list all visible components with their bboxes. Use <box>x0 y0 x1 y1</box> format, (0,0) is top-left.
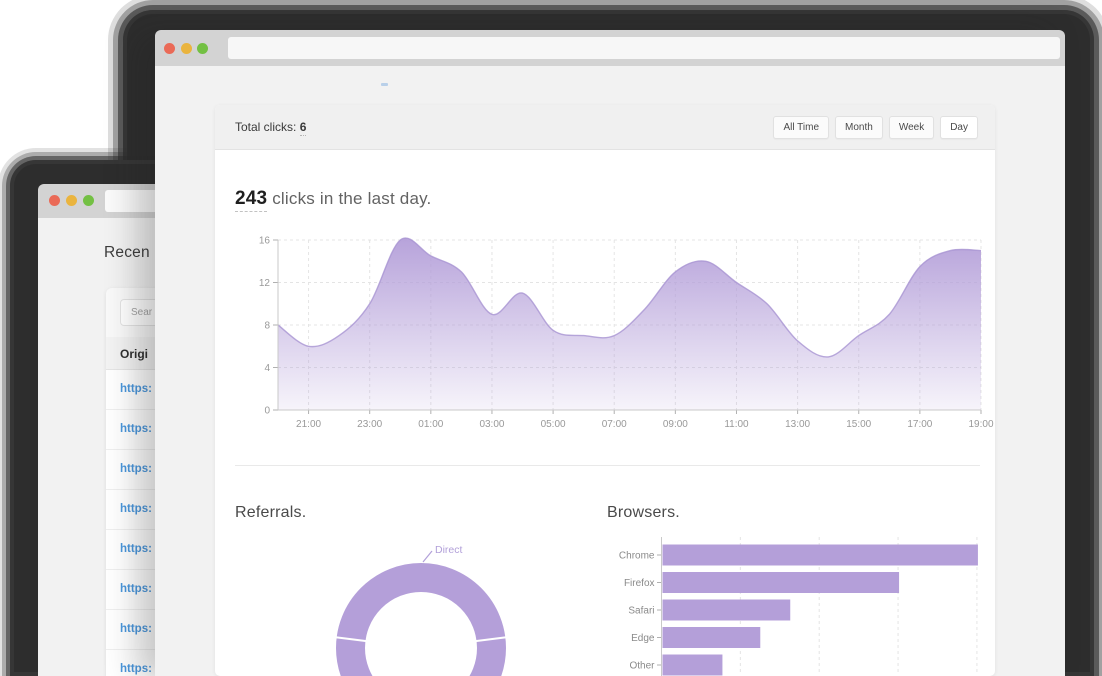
hero-illustration: Recen Origi https: https: https: https: http… <box>0 0 1102 676</box>
svg-text:8: 8 <box>264 321 270 332</box>
back-close-button[interactable] <box>49 195 60 206</box>
clicks-count: 243 <box>235 188 267 212</box>
clicks-area-chart: 0 4 8 12 16 21:00 23:00 01:00 03:00 05:00 07:00 09:… <box>215 230 995 435</box>
svg-text:15:00: 15:00 <box>846 419 871 430</box>
original-url-link[interactable]: https: <box>120 583 152 595</box>
front-browser-titlebar <box>155 30 1065 66</box>
range-button-day[interactable]: Day <box>940 116 978 139</box>
svg-text:21:00: 21:00 <box>296 419 321 430</box>
page-logo-mark <box>381 83 388 86</box>
svg-text:07:00: 07:00 <box>602 419 627 430</box>
back-zoom-button[interactable] <box>83 195 94 206</box>
original-url-link[interactable]: https: <box>120 423 152 435</box>
column-header-original: Origi <box>120 347 148 361</box>
time-range-buttons: All Time Month Week Day <box>773 116 978 139</box>
front-minimize-button[interactable] <box>181 43 192 54</box>
total-clicks-value: 6 <box>300 120 307 136</box>
svg-text:Safari: Safari <box>628 606 654 617</box>
front-browser-window: Total clicks: 6 All Time Month Week Day 243… <box>155 30 1065 676</box>
range-button-month[interactable]: Month <box>835 116 883 139</box>
referrals-title: Referrals. <box>235 504 306 522</box>
range-button-all-time[interactable]: All Time <box>773 116 829 139</box>
browsers-title: Browsers. <box>607 504 680 522</box>
original-url-link[interactable]: https: <box>120 463 152 475</box>
front-url-bar[interactable] <box>228 37 1060 59</box>
svg-text:11:00: 11:00 <box>724 419 749 430</box>
svg-text:17:00: 17:00 <box>907 419 932 430</box>
analytics-card-header: Total clicks: 6 All Time Month Week Day <box>215 105 995 150</box>
front-zoom-button[interactable] <box>197 43 208 54</box>
svg-text:Firefox: Firefox <box>624 578 655 589</box>
svg-text:13:00: 13:00 <box>785 419 810 430</box>
clicks-headline: 243 clicks in the last day. <box>235 188 431 210</box>
range-button-week[interactable]: Week <box>889 116 934 139</box>
analytics-card: Total clicks: 6 All Time Month Week Day 243… <box>215 105 995 676</box>
svg-text:Other: Other <box>629 661 655 672</box>
svg-text:0: 0 <box>264 406 270 417</box>
svg-text:01:00: 01:00 <box>418 419 443 430</box>
section-divider <box>235 465 980 466</box>
svg-text:23:00: 23:00 <box>357 419 382 430</box>
svg-text:Chrome: Chrome <box>619 551 655 562</box>
original-url-link[interactable]: https: <box>120 623 152 635</box>
original-url-link[interactable]: https: <box>120 663 152 675</box>
front-close-button[interactable] <box>164 43 175 54</box>
svg-text:03:00: 03:00 <box>479 419 504 430</box>
analytics-page: Total clicks: 6 All Time Month Week Day 243… <box>155 66 1065 676</box>
svg-text:05:00: 05:00 <box>541 419 566 430</box>
svg-text:19:00: 19:00 <box>968 419 993 430</box>
original-url-link[interactable]: https: <box>120 503 152 515</box>
original-url-link[interactable]: https: <box>120 543 152 555</box>
svg-text:Direct: Direct <box>435 544 463 556</box>
original-url-link[interactable]: https: <box>120 383 152 395</box>
svg-text:12: 12 <box>259 278 271 289</box>
svg-text:09:00: 09:00 <box>663 419 688 430</box>
browsers-bar-chart: Chrome Firefox Safari Edge Other <box>607 535 992 676</box>
svg-text:Edge: Edge <box>631 633 655 644</box>
svg-text:16: 16 <box>259 236 271 247</box>
referrals-donut-chart: Direct <box>321 535 541 676</box>
recent-links-heading: Recen <box>104 244 150 262</box>
total-clicks-label: Total clicks: 6 <box>235 120 306 134</box>
svg-text:4: 4 <box>264 363 270 374</box>
back-minimize-button[interactable] <box>66 195 77 206</box>
